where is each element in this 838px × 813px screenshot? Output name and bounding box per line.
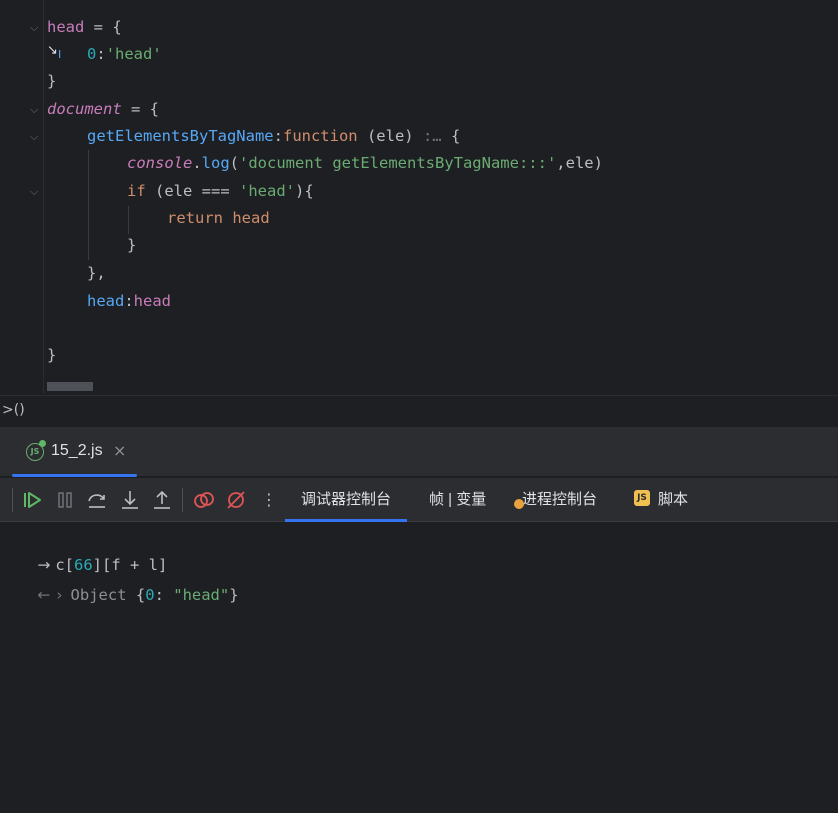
code-line: } — [47, 342, 56, 369]
keyword: return — [167, 209, 223, 227]
fold-chevron-down-icon[interactable]: ⌵ — [30, 123, 40, 150]
string-value: "head" — [173, 586, 230, 604]
brace: } — [229, 586, 239, 604]
horizontal-scrollbar[interactable] — [47, 382, 93, 391]
code-line: head:head — [87, 288, 171, 315]
process-console-icon — [514, 499, 524, 510]
tab-debugger-console[interactable]: 调试器控制台 — [284, 478, 408, 522]
method-name: getElementsByTagName — [87, 127, 274, 145]
keyword: if — [127, 182, 146, 200]
identifier: document — [47, 100, 122, 118]
text-cursor-icon: I — [58, 48, 62, 61]
debug-session-tab[interactable]: JS 15_2.js × — [12, 427, 137, 477]
tab-label: 脚本 — [658, 491, 689, 508]
step-out-icon[interactable] — [150, 488, 174, 512]
brace: { — [135, 586, 146, 604]
dot: . — [192, 154, 202, 172]
code-line: getElementsByTagName:function (ele) :… { — [87, 123, 460, 150]
code-editor[interactable]: ⌵ ⌵ ⌵ ⌵ head = { ↘ I 0:'head' } document… — [0, 0, 838, 394]
identifier: head — [223, 209, 270, 227]
object-type: Object — [70, 586, 127, 604]
code-line: }, — [87, 260, 106, 287]
string-literal: 'head' — [105, 45, 162, 63]
code-line: document = { — [47, 96, 159, 123]
colon: : — [273, 127, 283, 145]
expression: (ele === — [145, 182, 239, 200]
resume-icon[interactable] — [20, 488, 44, 512]
object-key: 0 — [145, 586, 155, 604]
gutter-divider — [43, 0, 44, 394]
object-key: head — [87, 292, 125, 310]
colon: : — [124, 292, 134, 310]
brace: }, — [87, 264, 106, 282]
view-breakpoints-icon[interactable] — [192, 488, 216, 512]
console-input-line: → c[66][f + l] — [0, 526, 167, 574]
colon: : — [96, 45, 106, 63]
more-options-icon[interactable]: ⋮ — [257, 488, 281, 512]
debugger-console[interactable]: → c[66][f + l] ← › Object {0: "head"} — [0, 523, 838, 813]
debug-tab-bar: JS 15_2.js × — [0, 427, 838, 477]
debug-toolbar: ⋮ 调试器控制台 帧 | 变量 进程控制台 JS 脚本 — [0, 478, 838, 522]
mouse-pointer-icon: ↘ — [47, 43, 58, 58]
inlay-hint[interactable]: :… — [423, 127, 451, 145]
brace: } — [127, 236, 137, 254]
mute-breakpoints-icon[interactable] — [224, 488, 248, 512]
brace: } — [47, 72, 57, 90]
brace: { — [450, 127, 461, 145]
object-key: 0 — [87, 45, 97, 63]
code-line: head = { — [47, 14, 122, 41]
running-status-dot — [39, 440, 46, 447]
active-tab-indicator — [12, 474, 137, 477]
string-literal: 'document getElementsByTagName:::' — [239, 154, 557, 172]
brace: } — [47, 346, 57, 364]
identifier: console — [127, 154, 193, 172]
code-line: } — [47, 68, 56, 95]
params: (ele) — [357, 127, 423, 145]
toolbar-divider — [12, 488, 13, 512]
breadcrumb-text[interactable]: >() — [2, 402, 25, 418]
toolbar-divider — [182, 488, 183, 512]
pause-icon[interactable] — [53, 488, 77, 512]
identifier: head — [47, 18, 85, 36]
indent-guide — [128, 206, 129, 234]
fold-chevron-down-icon[interactable]: ⌵ — [30, 96, 40, 123]
step-into-icon[interactable] — [118, 488, 142, 512]
step-over-icon[interactable] — [85, 488, 109, 512]
code-line: } — [127, 232, 136, 259]
breadcrumb: >() — [0, 395, 838, 427]
args: ,ele) — [556, 154, 603, 172]
indent-guide — [88, 150, 89, 260]
console-output-line: ← › Object {0: "head"} — [0, 556, 238, 604]
code-line: console.log('document getElementsByTagNa… — [127, 150, 603, 177]
separator: : — [154, 586, 174, 604]
javascript-file-icon: JS — [634, 490, 650, 507]
tab-label: 进程控制台 — [522, 491, 598, 508]
expand-chevron-icon[interactable]: › — [56, 586, 62, 604]
output-arrow-icon: ← — [37, 586, 51, 604]
keyword: function — [282, 127, 358, 145]
operator: = { — [84, 18, 122, 36]
expression: ){ — [295, 182, 314, 200]
tab-process-console[interactable]: 进程控制台 — [514, 478, 597, 522]
fold-chevron-down-icon[interactable]: ⌵ — [30, 14, 40, 41]
method-name: log — [201, 154, 230, 172]
string-literal: 'head' — [239, 182, 295, 200]
code-line: return head — [167, 205, 270, 232]
tab-label: 15_2.js — [51, 442, 103, 459]
code-line: 0:'head' — [87, 41, 162, 68]
close-icon[interactable]: × — [113, 441, 126, 460]
code-line: if (ele === 'head'){ — [127, 178, 314, 205]
tab-scripts[interactable]: JS 脚本 — [634, 478, 688, 522]
paren: ( — [229, 154, 240, 172]
identifier: head — [133, 292, 171, 310]
fold-chevron-down-icon[interactable]: ⌵ — [30, 178, 40, 205]
tab-frames-variables[interactable]: 帧 | 变量 — [429, 478, 486, 522]
operator: = { — [121, 100, 159, 118]
